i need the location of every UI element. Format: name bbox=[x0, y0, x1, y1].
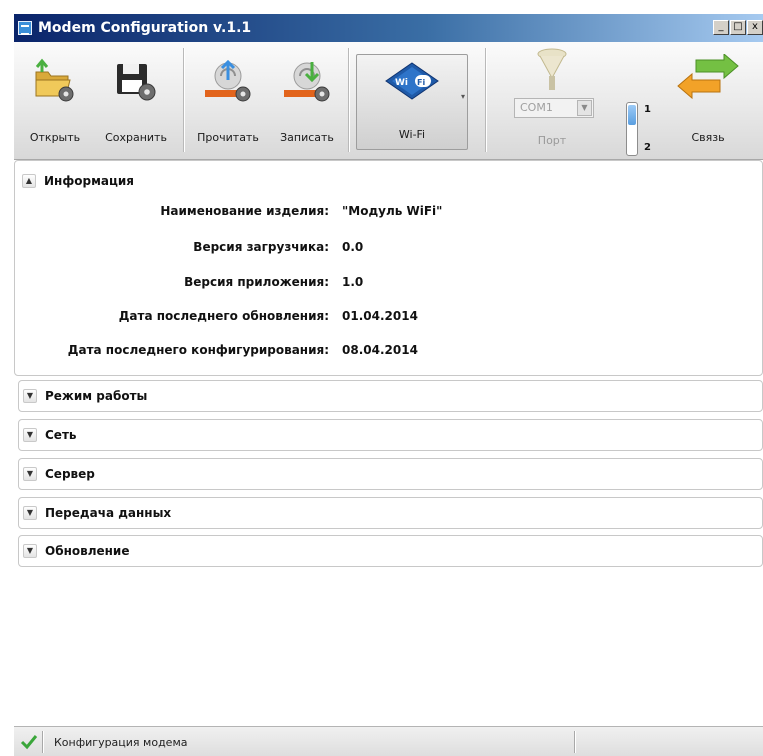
slider-label-2: 2 bbox=[644, 142, 651, 153]
checkmark-icon bbox=[20, 735, 38, 750]
svg-text:Wi: Wi bbox=[395, 78, 408, 88]
open-button[interactable]: Открыть bbox=[18, 48, 92, 152]
status-separator bbox=[42, 731, 43, 753]
info-value: 0.0 bbox=[342, 240, 364, 254]
slider-label-1: 1 bbox=[644, 104, 651, 115]
info-row-app-version: Версия приложения: 1.0 bbox=[14, 275, 614, 295]
info-value: "Модуль WiFi" bbox=[342, 204, 443, 218]
minimize-button[interactable]: _ bbox=[713, 20, 729, 35]
window-controls: _ □ x bbox=[713, 20, 763, 35]
wifi-badge-text: Fi bbox=[417, 78, 425, 87]
port-select-value: COM1 bbox=[520, 101, 553, 114]
floppy-gear-icon bbox=[117, 64, 156, 101]
section-title: Сервер bbox=[45, 467, 95, 481]
info-value: 01.04.2014 bbox=[342, 309, 418, 323]
port-select[interactable]: COM1 ▼ bbox=[514, 98, 594, 118]
toolbar-separator bbox=[485, 48, 486, 152]
port-slider[interactable] bbox=[626, 102, 638, 156]
info-key: Дата последнего обновления: bbox=[118, 309, 329, 323]
slider-thumb[interactable] bbox=[628, 105, 636, 125]
info-value: 1.0 bbox=[342, 275, 364, 289]
info-value: 08.04.2014 bbox=[342, 343, 418, 357]
toolbar-separator bbox=[183, 48, 184, 152]
chevron-up-icon[interactable]: ▲ bbox=[22, 174, 36, 188]
section-title: Сеть bbox=[45, 428, 77, 442]
info-row-product: Наименование изделия: "Модуль WiFi" bbox=[14, 204, 614, 224]
title-bar: Modem Configuration v.1.1 _ □ x bbox=[14, 14, 763, 42]
info-key: Наименование изделия: bbox=[160, 204, 329, 218]
info-section-title: Информация bbox=[44, 174, 134, 188]
section-title: Режим работы bbox=[45, 389, 148, 403]
connect-button[interactable]: Связь bbox=[660, 48, 756, 152]
wifi-dropdown-arrow-icon[interactable]: ▾ bbox=[461, 92, 465, 101]
info-key: Дата последнего конфигурирования: bbox=[67, 343, 329, 357]
status-text: Конфигурация модема bbox=[54, 736, 188, 749]
info-row-bootloader: Версия загрузчика: 0.0 bbox=[14, 240, 614, 260]
folder-gear-icon bbox=[35, 58, 74, 102]
read-button[interactable]: Прочитать bbox=[188, 48, 268, 152]
write-label: Записать bbox=[280, 131, 334, 144]
window-title: Modem Configuration v.1.1 bbox=[38, 20, 252, 36]
chevron-down-icon[interactable]: ▼ bbox=[23, 544, 37, 558]
info-row-last-update: Дата последнего обновления: 01.04.2014 bbox=[14, 309, 614, 329]
satellite-read-icon bbox=[205, 59, 251, 102]
chevron-down-icon[interactable]: ▼ bbox=[23, 389, 37, 403]
read-label: Прочитать bbox=[197, 131, 259, 144]
info-row-last-config: Дата последнего конфигурирования: 08.04.… bbox=[14, 343, 614, 363]
section-network[interactable]: ▼ Сеть bbox=[18, 419, 763, 451]
info-section-header[interactable]: ▲ Информация bbox=[18, 168, 763, 194]
modem-icon bbox=[18, 21, 32, 35]
maximize-button[interactable]: □ bbox=[730, 20, 746, 35]
section-title: Обновление bbox=[45, 544, 130, 558]
wifi-button[interactable]: Wi Fi Wi-Fi bbox=[356, 54, 468, 150]
section-server[interactable]: ▼ Сервер bbox=[18, 458, 763, 490]
status-bar: Конфигурация модема bbox=[14, 726, 763, 756]
chevron-down-icon[interactable]: ▼ bbox=[23, 467, 37, 481]
section-data-transfer[interactable]: ▼ Передача данных bbox=[18, 497, 763, 529]
close-button[interactable]: x bbox=[747, 20, 763, 35]
wifi-icon: Wi Fi bbox=[385, 62, 439, 100]
connect-label: Связь bbox=[691, 131, 725, 144]
status-separator bbox=[574, 731, 575, 753]
port-antenna-icon bbox=[537, 48, 567, 90]
chevron-down-icon[interactable]: ▼ bbox=[23, 506, 37, 520]
info-key: Версия загрузчика: bbox=[193, 240, 329, 254]
write-button[interactable]: Записать bbox=[270, 48, 344, 152]
chevron-down-icon[interactable]: ▼ bbox=[577, 100, 592, 116]
toolbar-separator bbox=[348, 48, 349, 152]
connection-arrows-icon bbox=[677, 54, 739, 100]
port-label: Порт bbox=[537, 134, 567, 147]
open-label: Открыть bbox=[29, 131, 81, 144]
section-title: Передача данных bbox=[45, 506, 172, 520]
chevron-down-icon[interactable]: ▼ bbox=[23, 428, 37, 442]
toolbar: Открыть Сохранить Прочитать Записать Wi … bbox=[14, 42, 763, 160]
save-button[interactable]: Сохранить bbox=[94, 48, 178, 152]
satellite-write-icon bbox=[284, 62, 330, 102]
section-operating-mode[interactable]: ▼ Режим работы bbox=[18, 380, 763, 412]
wifi-label: Wi-Fi bbox=[398, 128, 426, 141]
save-label: Сохранить bbox=[105, 131, 167, 144]
info-key: Версия приложения: bbox=[184, 275, 329, 289]
section-update[interactable]: ▼ Обновление bbox=[18, 535, 763, 567]
